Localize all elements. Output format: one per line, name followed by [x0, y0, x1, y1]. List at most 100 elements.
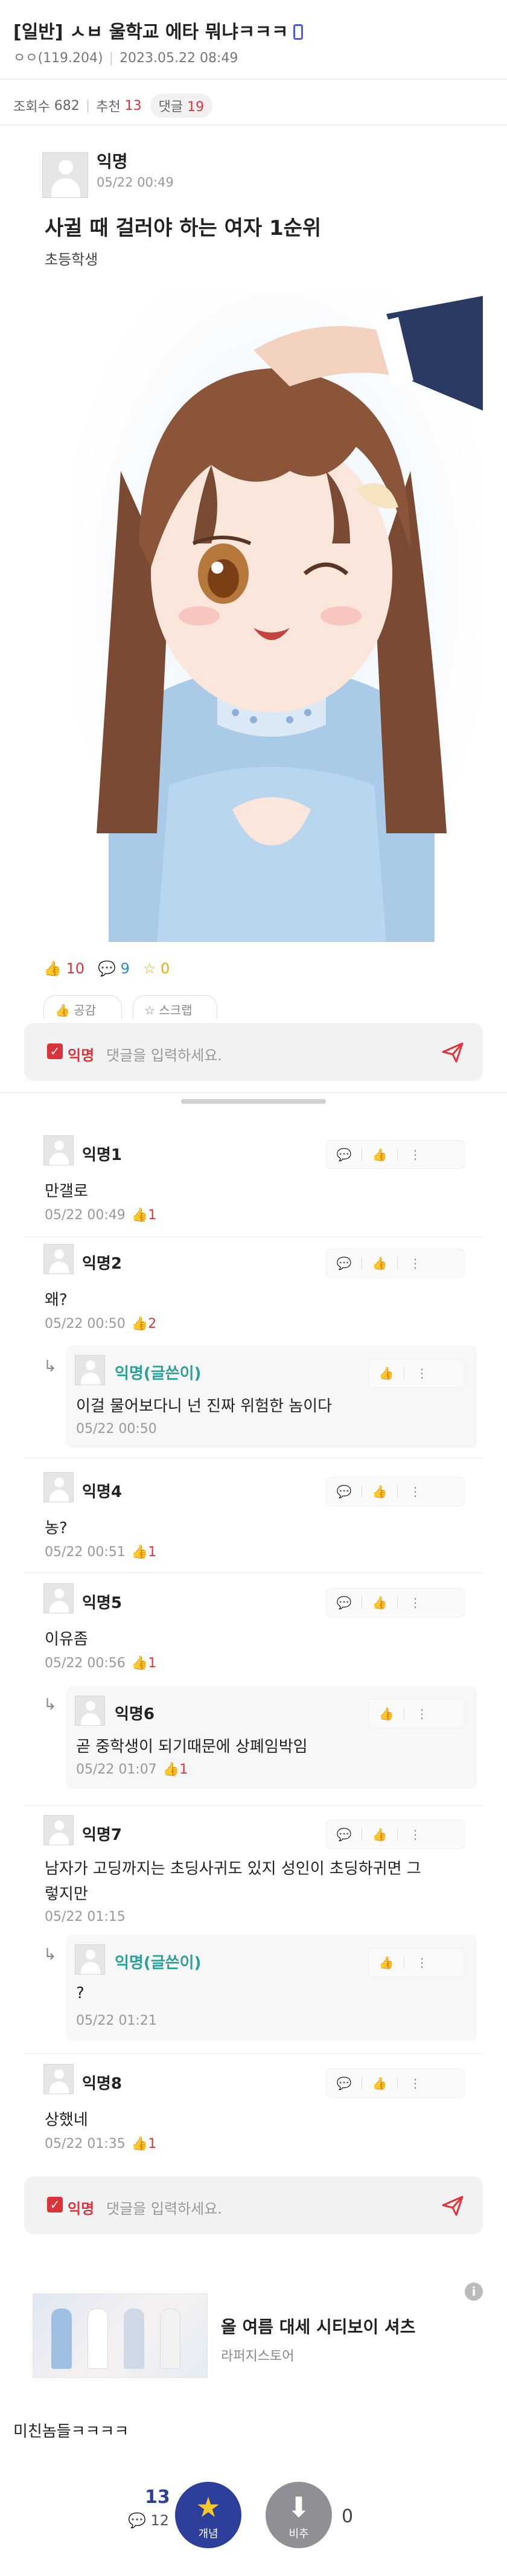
thumbs-up-icon[interactable]: 👍	[369, 1706, 404, 1721]
stats-divider	[0, 124, 507, 126]
thumbs-up-icon[interactable]: 👍	[362, 2076, 397, 2091]
reply-item: 익명(글쓴이) 👍 ⋮ 이걸 물어보다니 넌 진짜 위험한 놈이다 05/22 0…	[66, 1345, 477, 1448]
avatar	[75, 1696, 105, 1726]
avatar	[43, 1472, 74, 1502]
more-dots-icon[interactable]: ⋮	[398, 2076, 433, 2091]
comment-date: 05/22 00:56	[45, 1656, 126, 1671]
reply-icon[interactable]: 💬	[327, 1147, 362, 1162]
more-dots-icon[interactable]: ⋮	[404, 1706, 439, 1721]
post-stats: 조회수 682 | 추천 13 댓글 19	[13, 94, 213, 118]
comment-author: 익명2	[82, 1255, 122, 1273]
reply-icon[interactable]: 💬	[327, 1595, 362, 1610]
comment-actions: 💬 👍 ⋮	[326, 1820, 465, 1849]
thumbs-up-icon[interactable]: 👍	[369, 1366, 404, 1380]
post-reactions: 👍 10 💬 9 ☆ 0	[43, 960, 170, 977]
comment-author: 익명7	[82, 1826, 122, 1844]
comment-likes-count: 1	[179, 1762, 188, 1777]
post-comments-count: 9	[120, 960, 130, 977]
thumbs-up-icon[interactable]: 👍	[362, 1256, 397, 1270]
header-divider	[0, 78, 507, 80]
more-dots-icon[interactable]: ⋮	[398, 1256, 433, 1270]
scrap-chip-button[interactable]: ☆ 스크랩	[133, 995, 217, 1019]
drag-handle[interactable]	[181, 1099, 326, 1104]
comment-count-badge[interactable]: 댓글 19	[150, 94, 213, 118]
comment-date: 05/22 01:15	[45, 1909, 126, 1924]
post-card-author: 익명	[97, 152, 128, 171]
more-dots-icon[interactable]: ⋮	[398, 1147, 433, 1162]
comment-author: 익명(글쓴이)	[115, 1954, 202, 1972]
avatar	[43, 1815, 74, 1845]
post-datetime: 2023.05.22 08:49	[120, 51, 238, 66]
speech-bubble-icon: 💬	[98, 960, 116, 977]
info-icon[interactable]: i	[465, 2283, 483, 2301]
comment-likes: 👍1	[131, 2136, 157, 2151]
comment-date: 05/22 01:21	[76, 2013, 157, 2028]
more-dots-icon[interactable]: ⋮	[404, 1955, 439, 1970]
anonymous-checkbox[interactable]: ✓	[47, 1043, 63, 1059]
paper-plane-icon[interactable]	[441, 2193, 465, 2217]
paper-plane-icon[interactable]	[441, 1040, 465, 1064]
comment-date: 05/22 00:49	[45, 1208, 126, 1223]
thumbs-up-icon[interactable]: 👍	[362, 1595, 397, 1610]
anonymous-checkbox[interactable]: ✓	[47, 2197, 63, 2212]
meta-separator: |	[109, 51, 114, 66]
comment-body: 이유좀	[45, 1630, 88, 1648]
thumbs-up-icon[interactable]: 👍	[369, 1955, 404, 1970]
comment-actions: 💬 👍 ⋮	[326, 1249, 465, 1278]
comments-count: 19	[187, 100, 205, 115]
reply-icon[interactable]: 💬	[327, 2076, 362, 2091]
reply-icon[interactable]: 💬	[327, 1256, 362, 1270]
comment-input-bar[interactable]: ✓ 익명 댓글을 입력하세요.	[24, 1023, 483, 1081]
comment-body: 농?	[45, 1519, 68, 1537]
page-title: [일반] ㅅㅂ 울학교 에타 뭐냐ㅋㅋㅋ	[13, 17, 303, 43]
comment-body: 이걸 물어보다니 넌 진짜 위험한 놈이다	[76, 1397, 333, 1415]
post-card-date: 05/22 00:49	[97, 175, 174, 190]
more-dots-icon[interactable]: ⋮	[398, 1595, 433, 1610]
reply-item: 익명6 👍 ⋮ 곧 중학생이 되기때문에 상폐임박임 05/22 01:07 👍1	[66, 1686, 477, 1789]
comment-divider	[24, 2053, 483, 2054]
comment-actions: 💬 👍 ⋮	[326, 1588, 465, 1617]
post-likes: 👍 10	[43, 960, 84, 977]
ad-banner[interactable]: 올 여름 대세 시티보이 셔츠 라퍼지스토어 i	[24, 2283, 483, 2385]
comment-actions: 👍 ⋮	[368, 1699, 465, 1728]
thumbs-up-icon[interactable]: 👍	[362, 1827, 397, 1842]
reply-icon[interactable]: 💬	[327, 1484, 362, 1499]
comment-likes: 👍1	[131, 1545, 157, 1560]
more-dots-icon[interactable]: ⋮	[398, 1827, 433, 1842]
comment-input-placeholder[interactable]: 댓글을 입력하세요.	[106, 1043, 222, 1065]
avatar	[43, 1244, 74, 1274]
reply-icon[interactable]: 💬	[327, 1827, 362, 1842]
comment-body: 만갤로	[45, 1182, 88, 1200]
comment-date: 05/22 01:35	[45, 2136, 126, 2151]
comment-input-placeholder[interactable]: 댓글을 입력하세요.	[106, 2197, 222, 2218]
comment-author: 익명5	[82, 1594, 122, 1612]
comment-input-bar[interactable]: ✓ 익명 댓글을 입력하세요.	[24, 2176, 483, 2234]
comment-likes-count: 1	[148, 1656, 157, 1671]
ad-thumbnail[interactable]	[33, 2293, 208, 2378]
comment-actions: 💬 👍 ⋮	[326, 1140, 465, 1169]
downvote-button[interactable]: ⬇ 비추	[266, 2482, 332, 2548]
vote-comment-number: 12	[150, 2512, 170, 2529]
comment-likes-count: 2	[148, 1316, 157, 1331]
upvote-count: 13	[145, 2487, 170, 2508]
more-dots-icon[interactable]: ⋮	[398, 1484, 433, 1499]
star-icon: ☆	[142, 960, 156, 977]
thumbs-up-icon[interactable]: 👍	[362, 1147, 397, 1162]
comment-body-line: 남자가 고딩까지는 초딩사귀도 있지 성인이 초딩하귀면 그	[45, 1860, 421, 1878]
ad-title[interactable]: 올 여름 대세 시티보이 셔츠	[221, 2314, 415, 2338]
thumbs-up-icon[interactable]: 👍	[362, 1484, 397, 1499]
upvote-label: 개념	[198, 2528, 218, 2540]
thread-divider	[0, 1092, 507, 1093]
vote-area: 13 💬 12 ★ 개념 ⬇ 비추 0	[0, 2482, 507, 2566]
stats-separator: |	[85, 98, 91, 114]
comment-date: 05/22 00:50	[45, 1316, 126, 1331]
avatar	[43, 1135, 74, 1165]
post-author[interactable]: ㅇㅇ(119.204)	[13, 51, 103, 66]
more-dots-icon[interactable]: ⋮	[404, 1366, 439, 1380]
comment-likes-count: 1	[148, 1545, 157, 1560]
like-chip-button[interactable]: 👍 공감	[43, 995, 122, 1019]
post-title-text: [일반] ㅅㅂ 울학교 에타 뭐냐ㅋㅋㅋ	[13, 22, 289, 43]
vote-comment-count: 💬 12	[128, 2512, 169, 2529]
upvote-button[interactable]: ★ 개념	[175, 2482, 241, 2548]
comment-likes: 👍1	[131, 1656, 157, 1671]
